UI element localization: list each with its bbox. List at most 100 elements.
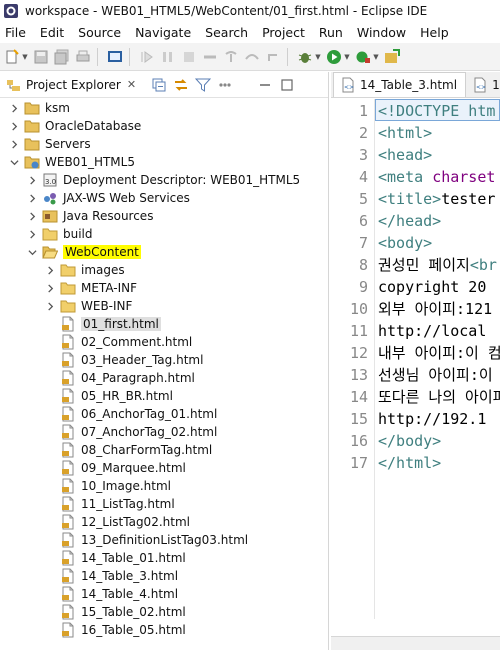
code-line[interactable]: <!DOCTYPE htm [378,100,495,122]
tree-item[interactable]: 13_DefinitionListTag03.html [44,531,248,549]
tree-item[interactable]: WEB01_HTML5 [8,153,135,171]
code-line[interactable]: <head> [378,144,432,166]
collapse-all-icon[interactable] [150,76,168,94]
chevron-right-icon[interactable] [26,174,38,186]
code-line[interactable]: <title>tester [378,188,495,210]
menu-run[interactable]: Run [312,25,350,40]
menu-source[interactable]: Source [71,25,128,40]
minimize-icon[interactable] [256,76,274,94]
code-line[interactable]: <body> [378,232,432,254]
print-icon[interactable] [74,48,92,66]
tree-item[interactable]: 15_Table_02.html [44,603,186,621]
menu-window[interactable]: Window [350,25,413,40]
tab-project-explorer[interactable]: Project Explorer ✕ [0,72,136,98]
html-file-icon [60,586,76,602]
step-over-icon[interactable] [243,48,261,66]
run-icon[interactable] [325,48,343,66]
tree-item[interactable]: 07_AnchorTag_02.html [44,423,217,441]
tree-item[interactable]: 14_Table_3.html [44,567,178,585]
chevron-right-icon[interactable] [26,228,38,240]
tree-item[interactable]: 10_Image.html [44,477,171,495]
debug-icon[interactable] [296,48,314,66]
menu-search[interactable]: Search [198,25,255,40]
chevron-right-icon[interactable] [8,120,20,132]
code-line[interactable]: </html> [378,452,441,474]
code-line[interactable]: 또다른 나의 아이피 [378,386,500,408]
tree-item[interactable]: 03_Header_Tag.html [44,351,203,369]
tree-item[interactable]: JAX-WS Web Services [26,189,190,207]
tree-item[interactable]: ksm [8,99,70,117]
tab-14-partial[interactable]: <> 14 [466,72,500,97]
tree-item[interactable]: WEB-INF [44,297,132,315]
code-line[interactable]: 선생님 아이피:이 [378,364,493,386]
tree-item[interactable]: 09_Marquee.html [44,459,186,477]
step-return-icon[interactable] [264,48,282,66]
chevron-right-icon[interactable] [44,300,56,312]
tree-item[interactable]: 3.0 Deployment Descriptor: WEB01_HTML5 [26,171,300,189]
menu-edit[interactable]: Edit [33,25,71,40]
tree-item[interactable]: 01_first.html [44,315,161,333]
code-line[interactable]: <html> [378,122,432,144]
menu-file[interactable]: File [0,25,33,40]
tree-item[interactable]: 02_Comment.html [44,333,192,351]
tree-item[interactable]: Servers [8,135,91,153]
tree-item[interactable]: 05_HR_BR.html [44,387,173,405]
step-into-icon[interactable] [222,48,240,66]
chevron-right-icon[interactable] [8,138,20,150]
new-icon[interactable] [3,48,21,66]
console-icon[interactable] [106,48,124,66]
chevron-down-icon[interactable] [8,156,20,168]
save-icon[interactable] [32,48,50,66]
tab-14-table-3[interactable]: <> 14_Table_3.html [333,72,467,97]
filter-icon[interactable] [194,76,212,94]
close-icon[interactable]: ✕ [127,78,136,91]
code-line[interactable]: copyright 20 [378,276,486,298]
external-tools-icon[interactable] [354,48,372,66]
tree-item[interactable]: META-INF [44,279,137,297]
tree-item[interactable]: 16_Table_05.html [44,621,186,639]
new-dropdown-icon[interactable]: ▼ [21,48,29,66]
tree-item[interactable]: 04_Paragraph.html [44,369,195,387]
tree-item[interactable]: 11_ListTag.html [44,495,175,513]
new-java-project-icon[interactable] [383,48,401,66]
menu-project[interactable]: Project [255,25,312,40]
maximize-icon[interactable] [278,76,296,94]
tree-item[interactable]: 14_Table_01.html [44,549,186,567]
tree-item[interactable]: 08_CharFormTag.html [44,441,212,459]
tree-item[interactable]: 06_AnchorTag_01.html [44,405,217,423]
code-line[interactable]: 내부 아이피:이 컴 [378,342,500,364]
tree-item[interactable]: 12_ListTag02.html [44,513,190,531]
external-tools-dropdown-icon[interactable]: ▼ [372,48,380,66]
run-dropdown-icon[interactable]: ▼ [343,48,351,66]
tree-item[interactable]: build [26,225,93,243]
chevron-right-icon[interactable] [8,102,20,114]
code-line[interactable]: 외부 아이피:121 [378,298,492,320]
tree-item[interactable]: Java Resources [26,207,153,225]
chevron-right-icon[interactable] [26,192,38,204]
code-line[interactable]: </head> [378,210,441,232]
debug-dropdown-icon[interactable]: ▼ [314,48,322,66]
code-line[interactable]: http://192.1 [378,408,486,430]
chevron-down-icon[interactable] [26,246,38,258]
chevron-right-icon[interactable] [44,282,56,294]
tree-item[interactable]: images [44,261,125,279]
view-menu-icon[interactable] [216,76,234,94]
code-line[interactable]: <meta charset [378,166,495,188]
disconnect-icon[interactable] [201,48,219,66]
code-line[interactable]: </body> [378,430,441,452]
chevron-right-icon[interactable] [26,210,38,222]
code-line[interactable]: http://local [378,320,486,342]
code-line[interactable]: 권성민 페이지<br [378,254,497,276]
save-all-icon[interactable] [53,48,71,66]
tree-item[interactable]: OracleDatabase [8,117,141,135]
code-editor[interactable]: 1 <!DOCTYPE htm 2 <html> 3 <head> 4 <meta chars… [331,99,500,619]
menu-help[interactable]: Help [413,25,456,40]
chevron-right-icon[interactable] [44,264,56,276]
link-with-editor-icon[interactable] [172,76,190,94]
menu-navigate[interactable]: Navigate [128,25,198,40]
tree-item[interactable]: 14_Table_4.html [44,585,178,603]
skip-breakpoints-icon[interactable] [138,48,156,66]
terminate-icon[interactable] [180,48,198,66]
resume-icon[interactable] [159,48,177,66]
tree-item[interactable]: WebContent [26,243,141,261]
